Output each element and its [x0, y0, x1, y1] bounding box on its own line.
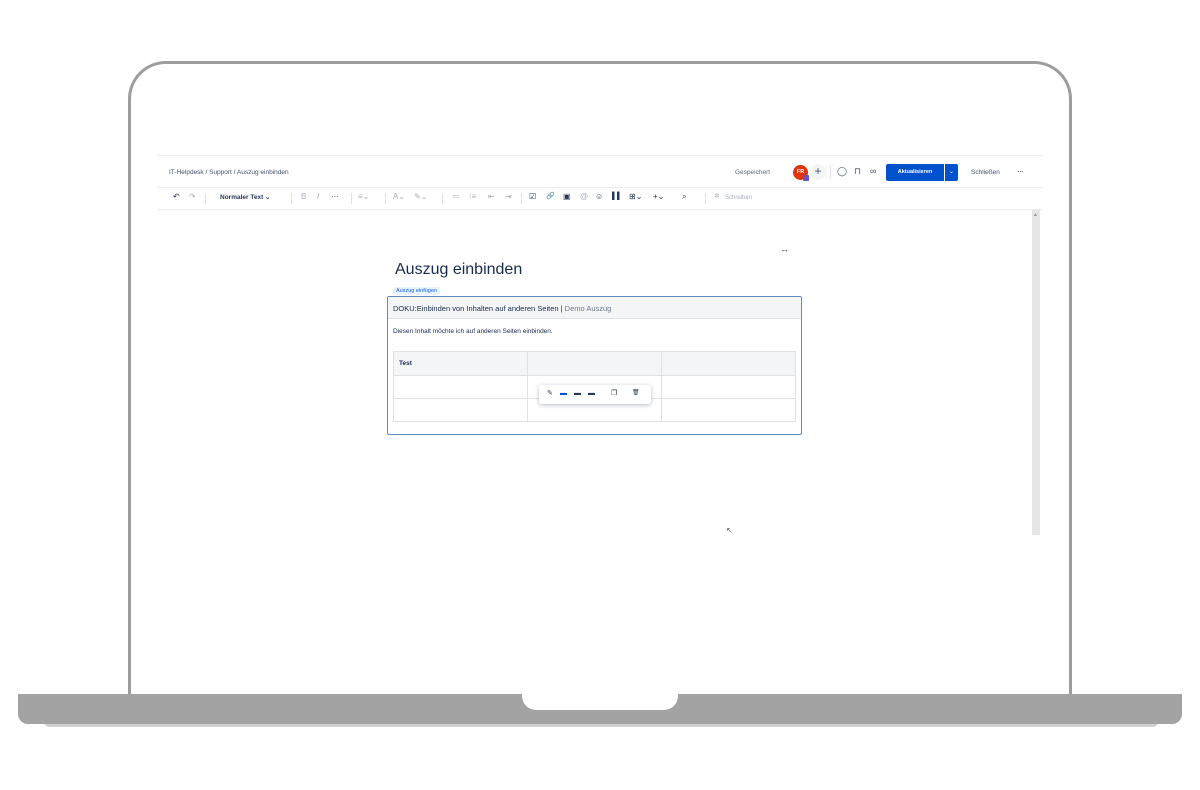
macro-body-text[interactable]: Diesen Inhalt möchte ich auf anderen Sei…	[393, 328, 553, 335]
bold-icon[interactable]: B	[301, 193, 306, 201]
emoji-icon[interactable]: ☺	[595, 193, 603, 201]
table-cell[interactable]	[661, 398, 796, 422]
copy-icon[interactable]: ❐	[611, 390, 617, 397]
page-title[interactable]: Auszug einbinden	[395, 261, 522, 279]
mouse-cursor-icon: ↖	[726, 526, 733, 535]
scrollbar[interactable]	[1032, 210, 1040, 535]
search-icon[interactable]: ⌕	[682, 193, 686, 201]
macro-header: DOKU:Einbinden von Inhalten auf anderen …	[388, 297, 801, 319]
more-format-icon[interactable]: ···	[331, 193, 339, 201]
layout-wide-icon[interactable]: ▬	[574, 390, 581, 397]
layout-full-icon[interactable]: ▬	[588, 390, 595, 397]
width-toggle-icon[interactable]: ↔	[780, 244, 789, 254]
editor-screen: IT-Helpdesk / Support / Auszug einbinden…	[157, 155, 1042, 535]
scroll-up-icon[interactable]: ▲	[1033, 212, 1038, 218]
table-header-row: Test	[393, 351, 796, 376]
divider	[521, 193, 522, 204]
macro-header-sub: Demo Auszug	[564, 304, 612, 313]
divider	[205, 193, 206, 204]
macro-label[interactable]: Auszug einfügen	[393, 287, 440, 295]
layout-narrow-icon[interactable]: ▬	[560, 390, 567, 397]
table-header-cell[interactable]: Test	[393, 351, 528, 376]
table-cell[interactable]	[661, 375, 796, 399]
indent-icon[interactable]: ⇥	[505, 193, 512, 201]
outdent-icon[interactable]: ⇤	[488, 193, 495, 201]
macro-header-text: DOKU:Einbinden von Inhalten auf anderen …	[393, 304, 611, 313]
more-actions-button[interactable]: ···	[1017, 166, 1024, 176]
task-icon[interactable]: ☑	[529, 193, 536, 201]
saved-status: Gespeichert	[735, 169, 771, 176]
divider	[385, 193, 386, 204]
insert-icon[interactable]: +⌄	[653, 193, 664, 201]
top-bar: IT-Helpdesk / Support / Auszug einbinden…	[157, 155, 1042, 188]
table-header-cell[interactable]	[527, 351, 662, 376]
laptop-notch	[522, 694, 678, 710]
text-style-dropdown[interactable]: Normaler Text ⌄	[220, 194, 270, 202]
divider	[351, 193, 352, 204]
table-header-cell[interactable]	[661, 351, 796, 376]
editor-toolbar: ↶ ↷ Normaler Text ⌄ B I ··· ≡⌄ A⌄ ✎⌄ ≔ ⁝…	[157, 188, 1042, 210]
redo-icon[interactable]: ↷	[189, 193, 196, 201]
bullet-list-icon[interactable]: ≔	[452, 193, 460, 201]
divider	[830, 166, 831, 178]
highlight-icon[interactable]: ✎⌄	[414, 193, 427, 201]
divider	[442, 193, 443, 204]
restrictions-icon[interactable]: ⊓	[854, 167, 861, 176]
mention-icon[interactable]: @	[580, 193, 588, 201]
excerpt-macro[interactable]: DOKU:Einbinden von Inhalten auf anderen …	[387, 296, 802, 435]
update-button[interactable]: Aktualisieren	[886, 164, 944, 181]
text-color-icon[interactable]: A⌄	[393, 193, 405, 201]
macro-floating-toolbar: ✎ ▬ ▬ ▬ ❐ 🗑	[539, 385, 651, 404]
close-button[interactable]: Schließen	[971, 169, 1000, 176]
table-cell[interactable]	[393, 375, 528, 399]
italic-icon[interactable]: I	[317, 193, 319, 201]
layout-icon[interactable]: ▌▌	[612, 193, 622, 200]
delete-icon[interactable]: 🗑	[632, 390, 640, 396]
comment-icon[interactable]: ◯	[837, 167, 847, 176]
write-button[interactable]: Schreiben	[725, 195, 752, 201]
divider	[291, 193, 292, 204]
breadcrumb[interactable]: IT-Helpdesk / Support / Auszug einbinden	[169, 169, 289, 176]
numbered-list-icon[interactable]: ⁝≡	[469, 193, 476, 201]
avatar-badge	[803, 175, 809, 181]
table-cell[interactable]	[393, 398, 528, 422]
image-icon[interactable]: ▣	[563, 193, 571, 201]
divider	[705, 193, 706, 204]
table-icon[interactable]: ⊞⌄	[629, 193, 642, 201]
update-dropdown-button[interactable]: ⌄	[945, 164, 958, 181]
link-icon[interactable]: 🔗	[546, 193, 555, 200]
invite-button[interactable]: +	[810, 164, 826, 180]
undo-icon[interactable]: ↶	[173, 193, 180, 201]
edit-icon[interactable]: ✎	[547, 390, 553, 397]
link-icon[interactable]: ∞	[870, 167, 876, 176]
align-icon[interactable]: ≡⌄	[358, 193, 369, 201]
sparkle-icon[interactable]: ✲	[714, 193, 720, 200]
macro-header-main: DOKU:Einbinden von Inhalten auf anderen …	[393, 304, 565, 313]
